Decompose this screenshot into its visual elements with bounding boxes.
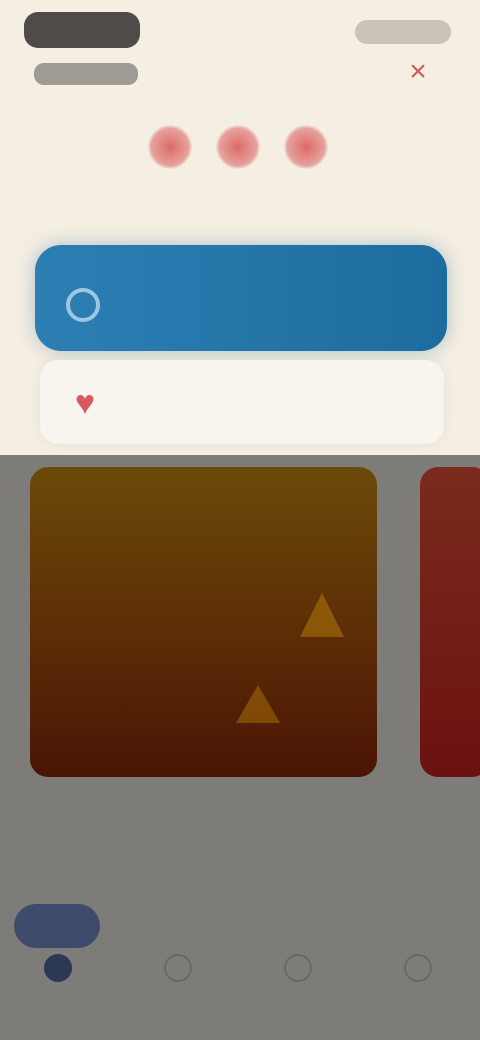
circle-icon: [66, 288, 100, 322]
tab-icon: [284, 954, 312, 982]
feature-card[interactable]: [30, 467, 377, 777]
top-right-control[interactable]: [355, 20, 451, 44]
tab-highlight: [374, 904, 460, 948]
tab-highlight: [14, 904, 100, 948]
status-dot-2: [216, 125, 260, 169]
tab-icon: [164, 954, 192, 982]
app-logo: [24, 12, 140, 48]
tab-third[interactable]: [254, 900, 346, 992]
warning-icon: [300, 593, 344, 637]
feature-title: [62, 501, 302, 577]
tab-label: [254, 984, 346, 1002]
tab-label: [374, 984, 466, 1002]
status-dot-3: [284, 125, 328, 169]
subtitle-chip: [34, 63, 138, 85]
status-dots: [148, 118, 328, 176]
next-feature-card[interactable]: [420, 467, 480, 777]
secondary-action-label: [122, 391, 242, 413]
tab-label: [134, 984, 226, 1002]
bottom-tab-bar: [0, 900, 480, 1040]
tab-icon: [404, 954, 432, 982]
tab-label: [14, 984, 106, 1002]
warning-icon: [236, 685, 280, 723]
primary-action-label: [117, 301, 257, 319]
status-caption: [153, 202, 313, 222]
tab-home[interactable]: [14, 900, 106, 992]
tab-highlight: [134, 904, 220, 948]
heart-icon: ♥: [74, 384, 96, 422]
close-icon[interactable]: ×: [402, 56, 434, 88]
tab-highlight: [254, 904, 340, 948]
tab-fourth[interactable]: [374, 900, 466, 992]
home-icon: [44, 954, 72, 982]
section-title: [36, 846, 196, 864]
tab-second[interactable]: [134, 900, 226, 992]
status-dot-1: [148, 125, 192, 169]
